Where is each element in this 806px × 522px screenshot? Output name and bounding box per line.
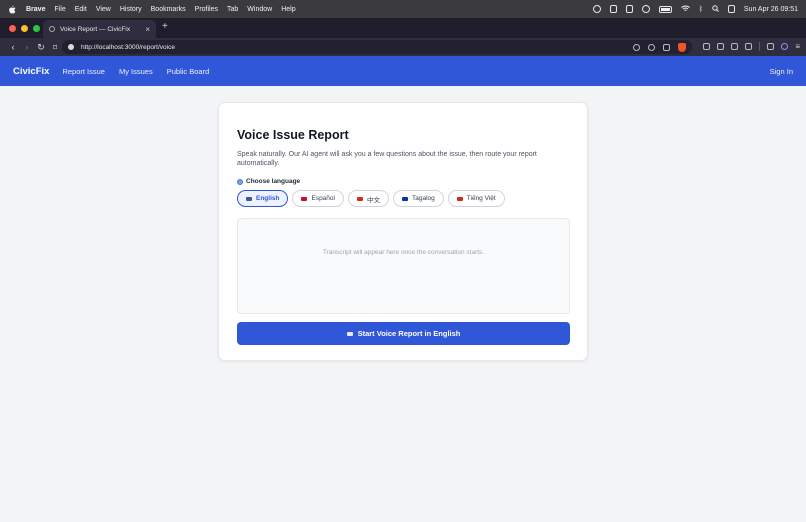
new-tab-button[interactable]: +: [162, 21, 168, 32]
macos-menu-bar: Brave File Edit View History Bookmarks P…: [0, 0, 806, 18]
language-label-text: Choose language: [246, 178, 301, 185]
battery-icon[interactable]: [658, 5, 672, 13]
forward-button[interactable]: ›: [20, 42, 34, 52]
globe-favicon-icon: [49, 26, 55, 32]
tab-close-icon[interactable]: ×: [145, 25, 150, 34]
us-flag-icon: [346, 331, 353, 336]
nav-my-issues[interactable]: My Issues: [119, 67, 153, 76]
browser-tab-strip: Voice Report — CivicFix × +: [0, 18, 806, 38]
language-option-label: English: [256, 195, 280, 202]
page-title: Voice Issue Report: [237, 128, 349, 142]
toolbar-right-actions: ≡: [703, 42, 800, 51]
address-bar[interactable]: http://localhost:3000/report/voice: [62, 40, 692, 54]
zoom-icon[interactable]: [648, 43, 655, 51]
window-controls: [9, 24, 40, 32]
us-flag-icon: [246, 196, 252, 201]
menu-edit[interactable]: Edit: [75, 6, 87, 13]
menu-profiles[interactable]: Profiles: [195, 6, 218, 13]
close-window-icon[interactable]: [9, 24, 16, 32]
transcript-placeholder: Transcript will appear here once the con…: [322, 249, 485, 256]
nav-report-issue[interactable]: Report Issue: [62, 67, 105, 76]
language-option-label: Tagalog: [411, 195, 435, 202]
site-info-icon[interactable]: [68, 44, 74, 50]
menu-history[interactable]: History: [120, 6, 142, 13]
menu-bookmarks[interactable]: Bookmarks: [151, 6, 186, 13]
philippines-flag-icon: [401, 196, 408, 201]
apple-icon[interactable]: [8, 5, 16, 14]
start-button-label: Start Voice Report in English: [357, 329, 461, 338]
user-icon[interactable]: [641, 5, 650, 13]
back-button[interactable]: ‹: [6, 42, 20, 52]
language-option-vietnamese[interactable]: Tiếng Việt: [447, 190, 505, 207]
phone-icon[interactable]: [625, 5, 633, 13]
language-option-label: Tiếng Việt: [466, 195, 496, 202]
key-icon[interactable]: [717, 43, 725, 50]
leo-ai-icon[interactable]: [781, 43, 789, 50]
nav-public-board[interactable]: Public Board: [167, 67, 210, 76]
language-option-label: 中文: [366, 196, 380, 204]
china-flag-icon: [356, 196, 363, 201]
sign-in-link[interactable]: Sign In: [770, 67, 793, 76]
language-option-chinese[interactable]: 中文: [347, 190, 389, 207]
sidebar-icon[interactable]: [767, 43, 775, 50]
toolbar-divider: [759, 42, 761, 51]
menu-file[interactable]: File: [54, 6, 65, 13]
control-center-icon[interactable]: [727, 5, 735, 13]
clock[interactable]: Sun Apr 26 09:51: [744, 6, 798, 13]
language-option-label: Español: [311, 195, 335, 202]
page-description: Speak naturally. Our AI agent will ask y…: [237, 151, 537, 167]
minimize-window-icon[interactable]: [21, 24, 28, 32]
location-icon[interactable]: [633, 43, 640, 51]
browser-tab-active[interactable]: Voice Report — CivicFix ×: [43, 20, 156, 38]
language-option-spanish[interactable]: Español: [292, 190, 344, 207]
game-controller-icon[interactable]: [592, 5, 601, 13]
bluetooth-icon[interactable]: ᛒ: [699, 6, 703, 13]
menu-window[interactable]: Window: [247, 6, 272, 13]
search-icon[interactable]: [712, 4, 719, 14]
status-icons: ᛒ Sun Apr 26 09:51: [592, 4, 798, 14]
browser-toolbar: ‹ › ↻ ⌑ http://localhost:3000/report/voi…: [0, 38, 806, 56]
transcript-area: Transcript will appear here once the con…: [237, 218, 570, 314]
tab-title: Voice Report — CivicFix: [60, 25, 131, 33]
spain-flag-icon: [301, 196, 308, 201]
language-option-english[interactable]: English: [237, 190, 289, 207]
menu-tab[interactable]: Tab: [227, 6, 238, 13]
share-icon[interactable]: [663, 43, 670, 51]
extensions-icon[interactable]: [703, 43, 711, 50]
vietnam-flag-icon: [456, 196, 463, 201]
menu-view[interactable]: View: [96, 6, 111, 13]
address-bar-actions: [633, 42, 686, 52]
language-selector: English Español 中文 Tagalog Tiếng Việt: [237, 190, 505, 207]
app-navbar: CivicFix Report Issue My Issues Public B…: [0, 56, 806, 86]
reload-button[interactable]: ↻: [34, 42, 48, 53]
voice-report-card: Voice Issue Report Speak naturally. Our …: [218, 102, 588, 361]
maximize-window-icon[interactable]: [33, 24, 40, 32]
start-voice-report-button[interactable]: Start Voice Report in English: [237, 322, 570, 345]
language-option-tagalog[interactable]: Tagalog: [392, 190, 444, 207]
bookmark-icon[interactable]: ⌑: [48, 43, 62, 52]
wifi-icon[interactable]: [680, 5, 690, 14]
brave-shields-icon[interactable]: [678, 42, 686, 52]
url-text[interactable]: http://localhost:3000/report/voice: [81, 44, 175, 51]
language-label: Choose language: [237, 178, 300, 185]
reader-icon[interactable]: [745, 43, 753, 50]
clipboard-icon[interactable]: [609, 5, 617, 13]
menu-app-name[interactable]: Brave: [26, 6, 45, 13]
menu-icon[interactable]: ≡: [795, 42, 800, 51]
menu-help[interactable]: Help: [281, 6, 295, 13]
wallet-icon[interactable]: [731, 43, 739, 50]
globe-icon: [237, 178, 243, 185]
brand-logo[interactable]: CivicFix: [13, 66, 49, 77]
